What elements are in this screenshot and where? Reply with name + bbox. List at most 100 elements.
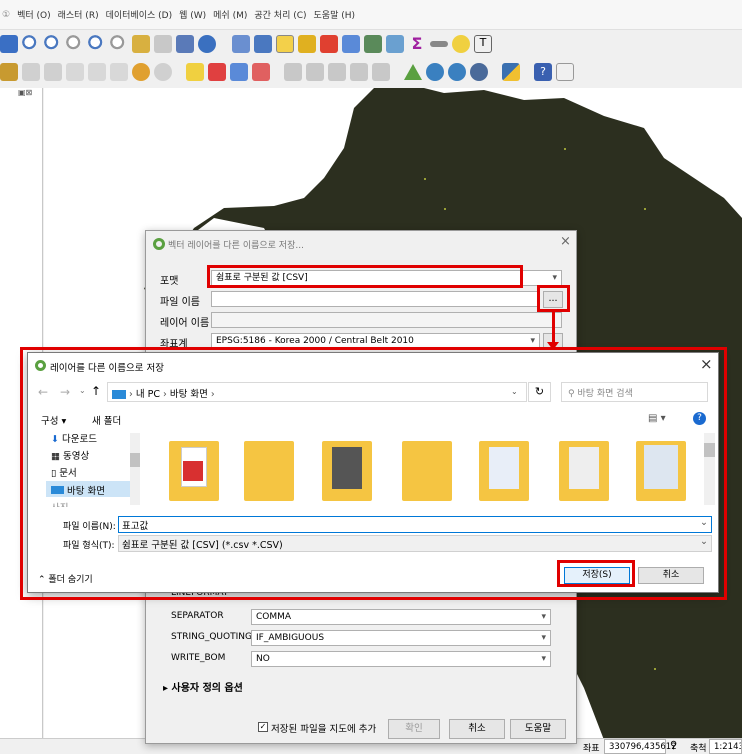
network-icon[interactable]	[470, 63, 488, 81]
zoom-in-icon[interactable]	[22, 35, 40, 53]
menu-processing[interactable]: 공간 처리 (C)	[254, 8, 306, 21]
folder-item[interactable]	[169, 441, 219, 501]
ok-button[interactable]: 확인	[388, 719, 440, 739]
label-move-icon[interactable]	[284, 63, 302, 81]
measure-icon[interactable]	[430, 41, 448, 47]
bookmark2-icon[interactable]	[176, 35, 194, 53]
text-icon[interactable]: T	[474, 35, 492, 53]
search-input[interactable]: ⚲ 바탕 화면 검색	[561, 382, 708, 402]
save-icon[interactable]	[0, 35, 18, 53]
path-desktop[interactable]: 바탕 화면	[170, 389, 208, 400]
identify2-icon[interactable]	[254, 35, 272, 53]
label-pin-icon[interactable]	[230, 63, 248, 81]
identify-icon[interactable]	[232, 35, 250, 53]
field-calc-icon[interactable]	[364, 35, 382, 53]
folder-item[interactable]	[636, 441, 686, 501]
help-icon[interactable]: ?	[534, 63, 552, 81]
undo-icon[interactable]	[132, 63, 150, 81]
sigma-icon[interactable]: Σ	[408, 35, 426, 53]
cut-icon[interactable]	[66, 63, 84, 81]
annotation-icon[interactable]	[452, 35, 470, 53]
up-icon[interactable]: ↑	[91, 384, 101, 398]
file-scrollbar[interactable]	[704, 433, 715, 505]
select-icon[interactable]	[276, 35, 294, 53]
delete-icon[interactable]	[44, 63, 62, 81]
scale-field[interactable]: 1:214320	[709, 739, 742, 754]
new-folder-button[interactable]: 새 폴더	[92, 413, 121, 427]
option-quoting-select[interactable]: IF_AMBIGUOUS	[251, 630, 551, 646]
zoom-out-icon[interactable]	[44, 35, 62, 53]
globe2-icon[interactable]	[448, 63, 466, 81]
refresh-icon[interactable]	[198, 35, 216, 53]
filename-input[interactable]: 표고값 ⌄	[118, 516, 712, 533]
label-attr-icon[interactable]	[350, 63, 368, 81]
folder-item[interactable]	[244, 441, 294, 501]
bookmark-icon[interactable]	[154, 35, 172, 53]
cancel-button[interactable]: 취소	[638, 567, 704, 584]
triangle-icon[interactable]	[404, 64, 422, 80]
settings-icon[interactable]	[386, 35, 404, 53]
close-icon[interactable]: ×	[700, 355, 713, 373]
edit-icon[interactable]	[0, 63, 18, 81]
forward-icon[interactable]: →	[60, 385, 70, 399]
label-hide-icon[interactable]	[252, 63, 270, 81]
browse-button[interactable]: ...	[543, 291, 563, 308]
menu-raster[interactable]: 래스터 (R)	[58, 8, 99, 21]
add-to-map-checkbox[interactable]: ✓	[258, 722, 268, 732]
nav-scrollbar[interactable]	[130, 433, 140, 505]
organize-button[interactable]: 구성 ▾	[41, 413, 66, 427]
folder-item[interactable]	[479, 441, 529, 501]
filetype-select[interactable]: 쉼표로 구분된 값 [CSV] (*.csv *.CSV) ⌄	[118, 535, 712, 552]
option-bom-select[interactable]: NO	[251, 651, 551, 667]
label-icon[interactable]	[186, 63, 204, 81]
menu-mesh[interactable]: 메쉬 (M)	[213, 8, 247, 21]
dropdown-icon[interactable]: ⌄	[79, 386, 86, 395]
address-bar[interactable]: › 내 PC › 바탕 화면 ›	[107, 382, 527, 402]
label-change-icon[interactable]	[328, 63, 346, 81]
copy-icon[interactable]	[88, 63, 106, 81]
path-mypc[interactable]: 내 PC	[136, 389, 160, 400]
label-style-icon[interactable]	[208, 63, 226, 81]
menu-database[interactable]: 데이터베이스 (D)	[106, 8, 173, 21]
nav-item-pictures[interactable]: 사진	[51, 500, 68, 507]
help-button[interactable]: 도움말	[510, 719, 566, 739]
nav-item-downloads[interactable]: ⬇ 다운로드	[51, 431, 97, 445]
layer-icon[interactable]	[132, 35, 150, 53]
zoom-layer-icon[interactable]	[110, 35, 128, 53]
globe-icon[interactable]	[426, 63, 444, 81]
address-dropdown-icon[interactable]: ⌄	[511, 387, 518, 396]
folder-item[interactable]	[402, 441, 452, 501]
refresh-button[interactable]: ↻	[528, 382, 551, 402]
menu-vector[interactable]: 벡터 (O)	[17, 8, 51, 21]
nav-item-documents[interactable]: ▯ 문서	[51, 465, 77, 479]
back-icon[interactable]: ←	[38, 385, 48, 399]
menu-help[interactable]: 도움말 (H)	[314, 8, 356, 21]
label-rotate-icon[interactable]	[306, 63, 324, 81]
magnifier-icon[interactable]: ⚲	[670, 740, 677, 751]
filename-input[interactable]	[211, 291, 540, 307]
panel-close-icon[interactable]: ▣⊠	[18, 88, 32, 97]
zoom-full-icon[interactable]	[66, 35, 84, 53]
custom-options-toggle[interactable]: ▸ 사용자 정의 옵션	[163, 679, 243, 694]
label-extra-icon[interactable]	[372, 63, 390, 81]
save-button[interactable]: 저장(S)	[564, 567, 630, 584]
menu-web[interactable]: 웹 (W)	[179, 8, 206, 21]
layername-input[interactable]	[211, 312, 562, 328]
table-icon[interactable]	[342, 35, 360, 53]
zoom-selection-icon[interactable]	[88, 35, 106, 53]
help-icon[interactable]: ?	[693, 412, 706, 425]
python-icon[interactable]	[502, 63, 520, 81]
option-separator-select[interactable]: COMMA	[251, 609, 551, 625]
paste-icon[interactable]	[110, 63, 128, 81]
close-icon[interactable]: ×	[560, 234, 571, 249]
view-icon[interactable]: ▤ ▾	[648, 413, 666, 424]
pencil-icon[interactable]	[22, 63, 40, 81]
cancel-button[interactable]: 취소	[449, 719, 505, 739]
nav-item-desktop[interactable]: 바탕 화면	[46, 481, 132, 497]
plugin-icon[interactable]	[556, 63, 574, 81]
select-all-icon[interactable]	[320, 35, 338, 53]
format-select[interactable]: 쉼표로 구분된 값 [CSV]	[211, 270, 562, 286]
folder-item[interactable]	[322, 441, 372, 501]
menu-item[interactable]: ①	[2, 10, 10, 20]
folder-item[interactable]	[559, 441, 609, 501]
